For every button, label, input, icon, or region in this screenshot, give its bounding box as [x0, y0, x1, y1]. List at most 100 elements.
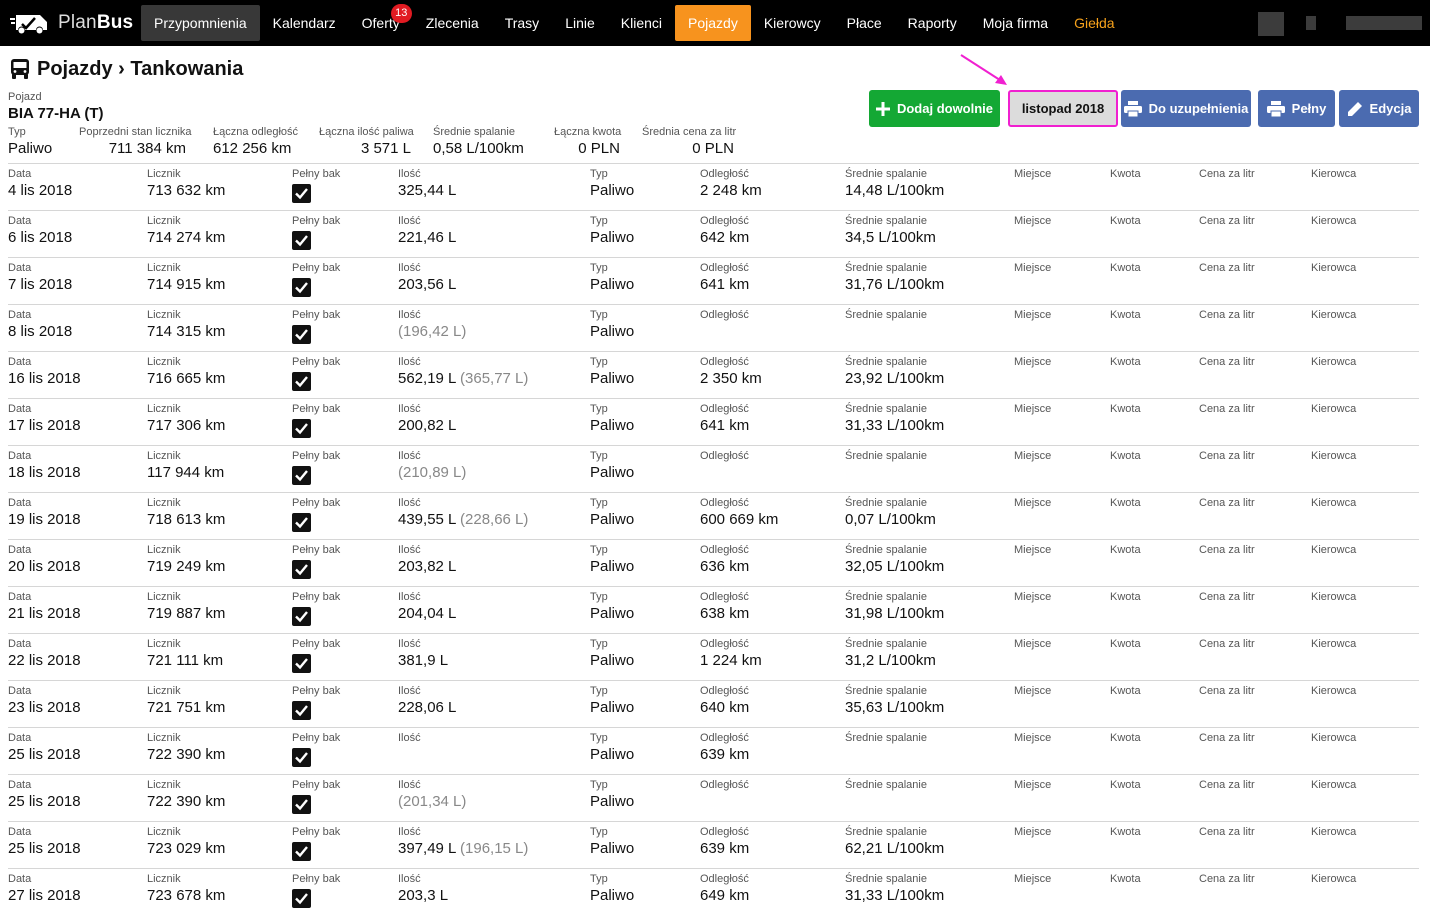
- cell-label: Ilość: [398, 638, 421, 650]
- summary-stat: Średnie spalanie 0,58 L/100km: [433, 126, 543, 158]
- cell-cost: Kwota: [1110, 450, 1141, 463]
- nav-item[interactable]: Raporty: [895, 5, 970, 41]
- summary-stat: Łączna kwota 0 PLN: [554, 126, 621, 158]
- add-refuel-button[interactable]: Dodaj dowolnie: [869, 90, 1000, 127]
- checkbox-checked-icon[interactable]: [292, 184, 311, 203]
- cell-price: Cena za litr: [1199, 873, 1255, 886]
- refuel-row[interactable]: Data 7 lis 2018 Licznik 714 915 km Pełny bak…: [8, 257, 1419, 304]
- checkbox-checked-icon[interactable]: [292, 560, 311, 579]
- nav-item[interactable]: Kierowcy: [751, 5, 834, 41]
- print-to-fill-button[interactable]: Do uzupełnienia: [1121, 90, 1251, 127]
- nav-item[interactable]: Trasy: [492, 5, 552, 41]
- cell-driver: Kierowca: [1311, 638, 1356, 651]
- print-full-button[interactable]: Pełny: [1258, 90, 1335, 127]
- nav-item[interactable]: Klienci: [608, 5, 675, 41]
- cell-value: Paliwo: [590, 558, 635, 575]
- nav-item[interactable]: Kalendarz: [260, 5, 349, 41]
- refuel-row[interactable]: Data 27 lis 2018 Licznik 723 678 km Pełny ba…: [8, 868, 1419, 915]
- month-selector-button[interactable]: listopad 2018: [1008, 90, 1118, 127]
- cell-label: Ilość: [398, 450, 421, 462]
- cell-label: Miejsce: [1014, 591, 1052, 603]
- checkbox-checked-icon[interactable]: [292, 795, 311, 814]
- cell-label: Typ: [590, 591, 608, 603]
- checkbox-checked-icon[interactable]: [292, 654, 311, 673]
- cell-label: Licznik: [147, 685, 181, 697]
- amount-value: 439,55 L: [398, 511, 456, 528]
- checkbox-checked-icon[interactable]: [292, 372, 311, 391]
- planbus-logo[interactable]: PlanBus: [10, 9, 133, 37]
- cell-label: Odległość: [700, 544, 749, 556]
- cell-place: Miejsce: [1014, 638, 1051, 651]
- refuel-row[interactable]: Data 25 lis 2018 Licznik 722 390 km Pełny ba…: [8, 727, 1419, 774]
- amount-value: 381,9 L: [398, 652, 449, 669]
- cell-driver: Kierowca: [1311, 779, 1356, 792]
- refuel-row[interactable]: Data 22 lis 2018 Licznik 721 111 km Pełny ba…: [8, 633, 1419, 680]
- edit-button[interactable]: Edycja: [1339, 90, 1419, 127]
- nav-item[interactable]: Moja firma: [970, 5, 1061, 41]
- refuel-row[interactable]: Data 8 lis 2018 Licznik 714 315 km Pełny bak…: [8, 304, 1419, 351]
- cell-avg: Średnie spalanie 23,92 L/100km: [845, 356, 944, 388]
- refuel-row[interactable]: Data 16 lis 2018 Licznik 716 665 km Pełny ba…: [8, 351, 1419, 398]
- refuel-row[interactable]: Data 17 lis 2018 Licznik 717 306 km Pełny ba…: [8, 398, 1419, 445]
- cell-avg: Średnie spalanie 62,21 L/100km: [845, 826, 944, 858]
- cell-avg: Średnie spalanie 0,07 L/100km: [845, 497, 936, 529]
- refuel-row[interactable]: Data 25 lis 2018 Licznik 722 390 km Pełny ba…: [8, 774, 1419, 821]
- user-avatar[interactable]: [1258, 12, 1284, 36]
- nav-item[interactable]: Zlecenia: [413, 5, 492, 41]
- cell-label: Licznik: [147, 732, 181, 744]
- checkbox-checked-icon[interactable]: [292, 278, 311, 297]
- cell-label: Data: [8, 356, 32, 368]
- refuel-row[interactable]: Data 18 lis 2018 Licznik 117 944 km Pełny ba…: [8, 445, 1419, 492]
- cell-place: Miejsce: [1014, 356, 1051, 369]
- amount-value: 562,19 L: [398, 370, 456, 387]
- checkbox-checked-icon[interactable]: [292, 419, 311, 438]
- cell-place: Miejsce: [1014, 168, 1051, 181]
- nav-item[interactable]: Przypomnienia: [141, 5, 260, 41]
- summary-stat: Łączna odległość 612 256 km: [213, 126, 309, 158]
- cell-avg: Średnie spalanie: [845, 732, 927, 745]
- cell-label: Licznik: [147, 638, 181, 650]
- refuel-row[interactable]: Data 19 lis 2018 Licznik 718 613 km Pełny ba…: [8, 492, 1419, 539]
- checkbox-checked-icon[interactable]: [292, 325, 311, 344]
- checkbox-checked-icon[interactable]: [292, 842, 311, 861]
- cell-amount: Ilość (201,34 L): [398, 779, 466, 811]
- cell-label: Kierowca: [1311, 450, 1357, 462]
- cell-label: Kierowca: [1311, 403, 1357, 415]
- cell-full-tank: Pełny bak: [292, 356, 340, 391]
- nav-item[interactable]: Giełda: [1061, 5, 1127, 41]
- checkbox-checked-icon[interactable]: [292, 231, 311, 250]
- cell-value: 649 km: [700, 887, 750, 904]
- cell-odometer: Licznik 718 613 km: [147, 497, 225, 529]
- refuel-row[interactable]: Data 25 lis 2018 Licznik 723 029 km Pełny ba…: [8, 821, 1419, 868]
- checkbox-checked-icon[interactable]: [292, 466, 311, 485]
- page-title: Pojazdy › Tankowania: [9, 56, 243, 82]
- cell-value: 32,05 L/100km: [845, 558, 945, 575]
- cell-label: Odległość: [700, 873, 749, 885]
- cell-value: 719 887 km: [147, 605, 226, 622]
- checkbox-checked-icon[interactable]: [292, 748, 311, 767]
- user-name[interactable]: [1346, 16, 1422, 30]
- checkbox-checked-icon[interactable]: [292, 701, 311, 720]
- nav-item[interactable]: Linie: [552, 5, 608, 41]
- nav-item[interactable]: Płace: [834, 5, 895, 41]
- refuel-row[interactable]: Data 6 lis 2018 Licznik 714 274 km Pełny bak…: [8, 210, 1419, 257]
- amount-value: 203,3 L: [398, 887, 449, 904]
- refuel-row[interactable]: Data 23 lis 2018 Licznik 721 751 km Pełny ba…: [8, 680, 1419, 727]
- checkbox-checked-icon[interactable]: [292, 513, 311, 532]
- cell-label: Data: [8, 544, 32, 556]
- cell-price: Cena za litr: [1199, 685, 1255, 698]
- nav-item[interactable]: Oferty 13: [349, 4, 413, 41]
- cell-label: Odległość: [700, 779, 749, 791]
- checkbox-checked-icon[interactable]: [292, 607, 311, 626]
- refuel-row[interactable]: Data 21 lis 2018 Licznik 719 887 km Pełny ba…: [8, 586, 1419, 633]
- cell-cost: Kwota: [1110, 309, 1141, 322]
- checkbox-checked-icon[interactable]: [292, 889, 311, 908]
- cell-distance: Odległość: [700, 779, 749, 792]
- nav-item-label: Raporty: [907, 15, 957, 31]
- cell-label: Kierowca: [1311, 309, 1357, 321]
- refuel-row[interactable]: Data 4 lis 2018 Licznik 713 632 km Pełny bak…: [8, 163, 1419, 210]
- cell-label: Typ: [590, 685, 608, 697]
- refuel-row[interactable]: Data 20 lis 2018 Licznik 719 249 km Pełny ba…: [8, 539, 1419, 586]
- cell-label: Średnie spalanie: [845, 450, 927, 462]
- nav-item[interactable]: Pojazdy: [675, 5, 751, 41]
